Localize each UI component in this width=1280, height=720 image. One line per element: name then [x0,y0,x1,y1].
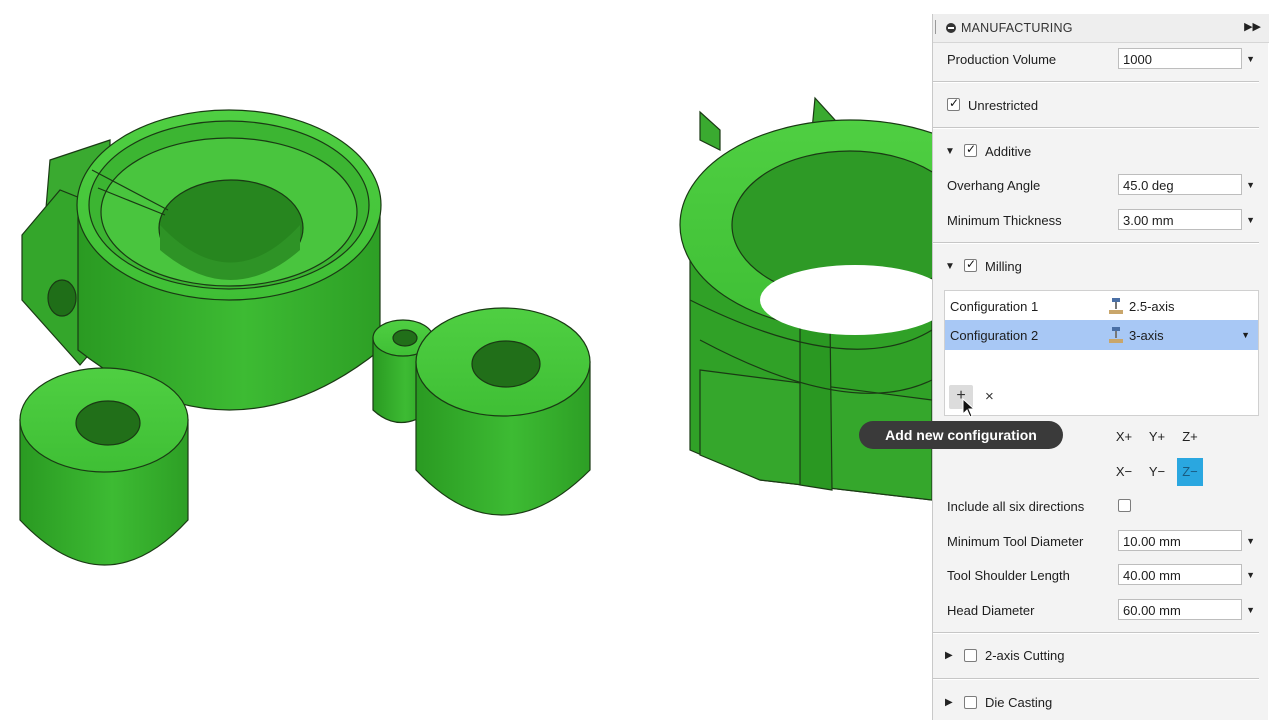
panel-header: MANUFACTURING ▶▶ [933,14,1269,43]
unrestricted-label: Unrestricted [968,98,1039,113]
caret-down-icon[interactable]: ▼ [945,146,955,157]
axis-x-plus-button[interactable]: X+ [1111,423,1137,451]
configuration-list: Configuration 1 2.5-axis Configuration 2… [944,290,1259,416]
include-all-six-checkbox[interactable] [1118,499,1131,512]
head-diameter-field[interactable]: 60.00 mm ▼ [1118,599,1255,620]
medium-spacer-part [415,307,591,516]
panel-title: MANUFACTURING [961,21,1073,35]
minimum-tool-diameter-label: Minimum Tool Diameter [947,534,1084,549]
chevron-down-icon[interactable]: ▼ [1246,180,1255,190]
divider [933,632,1259,634]
divider [933,242,1259,244]
additive-label: Additive [985,144,1032,159]
milling-tool-icon [1109,327,1123,343]
chevron-down-icon[interactable]: ▼ [1246,605,1255,615]
two-axis-cutting-checkbox[interactable] [964,649,977,662]
overhang-angle-label: Overhang Angle [947,178,1041,193]
manufacturing-panel: MANUFACTURING ▶▶ Production Volume 1000 … [932,14,1269,720]
milling-tool-icon [1109,298,1123,314]
add-configuration-tooltip: Add new configuration [859,421,1063,449]
caret-down-icon[interactable]: ▼ [945,261,955,272]
drag-handle[interactable] [935,20,938,34]
chevron-down-icon[interactable]: ▼ [1246,536,1255,546]
delete-configuration-button[interactable]: × [985,388,994,405]
divider [933,678,1259,680]
chevron-down-icon[interactable]: ▼ [1246,54,1255,64]
divider [933,81,1259,83]
milling-checkbox[interactable] [964,257,977,272]
caret-right-icon[interactable]: ▶ [945,697,953,708]
configuration-row-selected[interactable]: Configuration 2 3-axis ▼ [945,320,1258,350]
configuration-row[interactable]: Configuration 1 2.5-axis [945,291,1258,321]
production-volume-field[interactable]: 1000 ▼ [1118,48,1255,69]
minimum-tool-diameter-field[interactable]: 10.00 mm ▼ [1118,530,1255,551]
tool-shoulder-length-label: Tool Shoulder Length [947,568,1070,583]
production-volume-label: Production Volume [947,52,1057,67]
chevron-down-icon[interactable]: ▼ [1246,570,1255,580]
axis-z-plus-button[interactable]: Z+ [1177,423,1203,451]
left-spacer-part [19,367,189,566]
3d-viewport[interactable] [0,0,932,720]
unrestricted-checkbox[interactable] [947,96,960,111]
head-diameter-label: Head Diameter [947,603,1035,618]
model-render [19,96,932,566]
axis-y-plus-button[interactable]: Y+ [1144,423,1170,451]
axis-x-minus-button[interactable]: X− [1111,458,1137,486]
milling-label: Milling [985,259,1022,274]
axis-y-minus-button[interactable]: Y− [1144,458,1170,486]
chevron-down-icon[interactable]: ▼ [1241,330,1250,340]
minimum-thickness-field[interactable]: 3.00 mm ▼ [1118,209,1255,230]
die-casting-label: Die Casting [985,695,1053,710]
expand-panel-icon[interactable]: ▶▶ [1244,20,1261,33]
minimum-thickness-label: Minimum Thickness [947,213,1062,228]
axis-z-minus-button[interactable]: Z− [1177,458,1203,486]
caret-right-icon[interactable]: ▶ [945,650,953,661]
include-all-six-label: Include all six directions [947,499,1085,514]
additive-checkbox[interactable] [964,142,977,157]
collapse-icon[interactable] [946,23,956,33]
left-clamp-part [21,109,382,411]
two-axis-cutting-label: 2-axis Cutting [985,648,1065,663]
overhang-angle-field[interactable]: 45.0 deg ▼ [1118,174,1255,195]
tool-shoulder-length-field[interactable]: 40.00 mm ▼ [1118,564,1255,585]
die-casting-checkbox[interactable] [964,696,977,709]
mouse-cursor-icon [962,398,976,418]
divider [933,127,1259,129]
chevron-down-icon[interactable]: ▼ [1246,215,1255,225]
